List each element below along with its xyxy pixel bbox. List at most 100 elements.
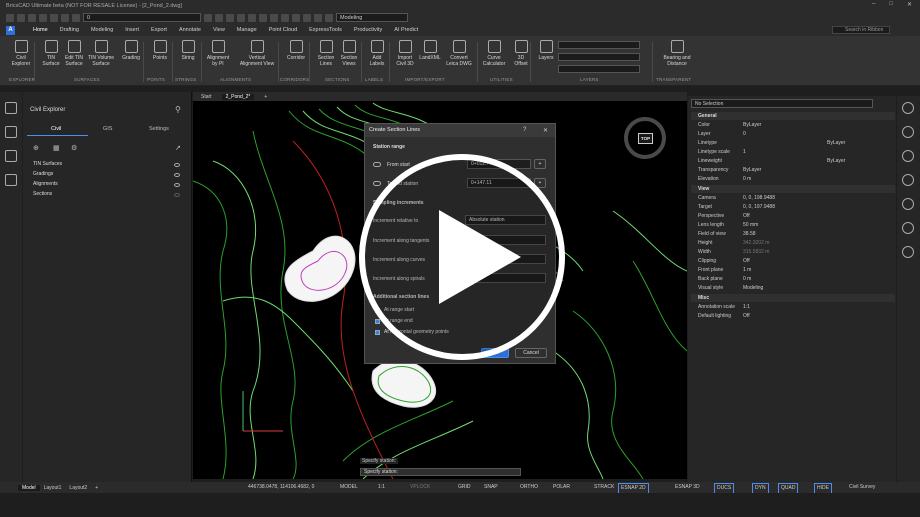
tab-expresstools[interactable]: ExpressTools: [303, 24, 348, 36]
add-layout-icon[interactable]: +: [91, 485, 102, 491]
add-labels-button[interactable]: Add Labels: [364, 40, 390, 67]
section-misc[interactable]: Misc: [691, 294, 895, 302]
prop-row[interactable]: Front plane 1 m: [691, 266, 895, 275]
structure-icon[interactable]: [5, 126, 17, 138]
at-geometry-points-checkbox[interactable]: [375, 330, 380, 335]
tab-insert[interactable]: Insert: [119, 24, 145, 36]
prop-row[interactable]: Field of view 38.58: [691, 230, 895, 239]
app-logo[interactable]: A: [6, 25, 15, 35]
close-icon[interactable]: ✕: [907, 1, 912, 8]
layer-icon[interactable]: [72, 13, 80, 22]
tab-settings[interactable]: Settings: [149, 126, 169, 132]
import-civil3d-button[interactable]: Import Civil 3D: [392, 40, 418, 67]
prop-row[interactable]: Linetype ByLayer: [691, 139, 895, 148]
command-input[interactable]: Specify station:: [360, 468, 521, 476]
prop-row[interactable]: Height 342.3202 m: [691, 239, 895, 248]
tab-gis[interactable]: GIS: [103, 126, 112, 132]
cloud-icon[interactable]: [902, 222, 914, 234]
prop-row[interactable]: Visual style Modeling: [691, 284, 895, 293]
to-end-toggle[interactable]: [373, 181, 381, 186]
search-icon[interactable]: ⚲: [175, 105, 181, 114]
close-icon[interactable]: ✕: [543, 127, 548, 134]
tab-civil[interactable]: Civil: [51, 126, 61, 132]
tab-annotate[interactable]: Annotate: [173, 24, 207, 36]
tool-icon[interactable]: [325, 13, 333, 22]
eye-icon[interactable]: [174, 193, 180, 197]
at-range-end-checkbox[interactable]: [375, 319, 380, 324]
cancel-button[interactable]: Cancel: [515, 348, 547, 358]
video-play-button[interactable]: [359, 154, 565, 360]
library-icon[interactable]: [902, 246, 914, 258]
tool-icon[interactable]: [226, 13, 234, 22]
save-icon[interactable]: [28, 13, 36, 22]
eye-icon[interactable]: [174, 163, 180, 167]
prop-row[interactable]: Camera 0, 0, 198.9488: [691, 194, 895, 203]
selection-dropdown[interactable]: No Selection: [691, 99, 873, 108]
prop-row[interactable]: Default lighting Off: [691, 312, 895, 321]
eye-icon[interactable]: [174, 173, 180, 177]
tool-icon[interactable]: [259, 13, 267, 22]
view-cube[interactable]: TOP: [624, 117, 666, 159]
properties-icon[interactable]: [902, 102, 914, 114]
prop-row[interactable]: Transparency ByLayer: [691, 166, 895, 175]
minimize-icon[interactable]: –: [872, 1, 875, 8]
tree-item-tin-surfaces[interactable]: TIN Surfaces: [33, 161, 62, 167]
tab-ai-predict[interactable]: AI Predict: [388, 24, 424, 36]
tool-icon[interactable]: [314, 13, 322, 22]
status-strack[interactable]: STRACK: [594, 483, 614, 492]
prop-row[interactable]: Target 0, 0, 197.9488: [691, 203, 895, 212]
attach-icon[interactable]: [902, 174, 914, 186]
status-ortho[interactable]: ORTHO: [520, 483, 538, 492]
maximize-icon[interactable]: □: [889, 1, 893, 8]
help-icon[interactable]: ?: [523, 127, 526, 133]
prop-row[interactable]: Lineweight ByLayer: [691, 157, 895, 166]
grading-button[interactable]: Grading: [118, 40, 144, 61]
tool-icon[interactable]: [270, 13, 278, 22]
undo-icon[interactable]: [50, 13, 58, 22]
bearing-distance-button[interactable]: Bearing and Distance: [660, 40, 694, 67]
print-icon[interactable]: [39, 13, 47, 22]
tool-icon[interactable]: [204, 13, 212, 22]
tool-icon[interactable]: [292, 13, 300, 22]
alignment-by-pi-button[interactable]: Alignment by PI: [205, 40, 231, 67]
civil-explorer-button[interactable]: Civil Explorer: [8, 40, 34, 67]
section-views-button[interactable]: Section Views: [336, 40, 362, 67]
tree-item-alignments[interactable]: Alignments: [33, 181, 58, 187]
status-model[interactable]: MODEL: [340, 483, 358, 492]
layer-dropdown[interactable]: [558, 53, 640, 61]
add-icon[interactable]: ⊕: [33, 144, 39, 152]
tab-home[interactable]: Home: [27, 24, 54, 37]
tab-export[interactable]: Export: [145, 24, 173, 36]
open-icon[interactable]: [17, 13, 25, 22]
tool-icon[interactable]: [281, 13, 289, 22]
layers-button[interactable]: Layers: [533, 40, 559, 61]
prop-row[interactable]: Lens length 50 mm: [691, 221, 895, 230]
select-icon[interactable]: ↗: [175, 144, 181, 152]
civil-explorer-icon[interactable]: [5, 174, 17, 186]
tab-point-cloud[interactable]: Point Cloud: [263, 24, 303, 36]
tab-productivity[interactable]: Productivity: [348, 24, 388, 36]
section-general[interactable]: General: [691, 112, 895, 120]
tab-layout1[interactable]: Layout1: [40, 485, 66, 491]
curve-calculator-button[interactable]: Curve Calculator: [481, 40, 507, 67]
view-cube-top[interactable]: TOP: [638, 133, 653, 144]
layers-icon[interactable]: [902, 150, 914, 162]
eye-icon[interactable]: [174, 183, 180, 187]
prop-row[interactable]: Elevation 0 m: [691, 175, 895, 184]
layers-panel-icon[interactable]: [5, 150, 17, 162]
prop-row[interactable]: Width 315.5832 m: [691, 248, 895, 257]
new-icon[interactable]: [6, 13, 14, 22]
lightbulb-icon[interactable]: [902, 198, 914, 210]
tree-item-gradings[interactable]: Gradings: [33, 171, 53, 177]
string-button[interactable]: String: [175, 40, 201, 61]
tool-icon[interactable]: [215, 13, 223, 22]
pick-from-button[interactable]: +: [534, 159, 546, 169]
tab-modeling[interactable]: Modeling: [85, 24, 119, 36]
prop-row[interactable]: Clipping Off: [691, 257, 895, 266]
section-view[interactable]: View: [691, 185, 895, 193]
tab-start[interactable]: Start: [201, 94, 212, 100]
redo-icon[interactable]: [61, 13, 69, 22]
prop-row[interactable]: Linetype scale 1: [691, 148, 895, 157]
from-start-toggle[interactable]: [373, 162, 381, 167]
status-esnap3d[interactable]: ESNAP 3D: [675, 483, 700, 492]
